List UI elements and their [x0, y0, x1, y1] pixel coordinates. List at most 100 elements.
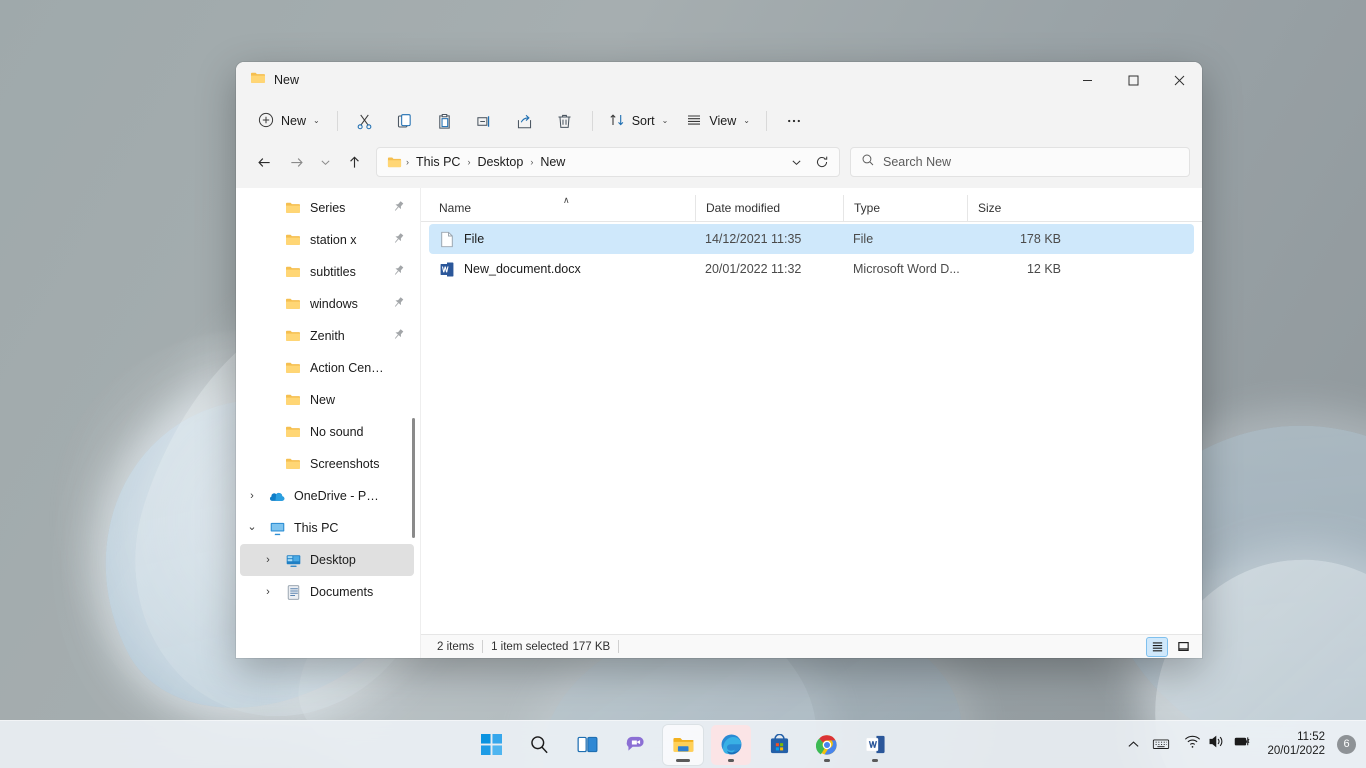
- touch-keyboard-icon[interactable]: [1146, 726, 1176, 762]
- file-explorer-button[interactable]: [663, 725, 703, 765]
- view-button[interactable]: View ⌄: [677, 105, 759, 137]
- navigation-scrollbar[interactable]: [412, 418, 415, 538]
- sidebar-item-new[interactable]: New: [240, 384, 414, 416]
- chat-button[interactable]: [615, 725, 655, 765]
- notification-badge[interactable]: 6: [1337, 735, 1356, 754]
- refresh-button[interactable]: [809, 149, 835, 175]
- sidebar-item-onedrive-personal[interactable]: › OneDrive - Personal: [240, 480, 414, 512]
- tray-quick-settings[interactable]: [1176, 726, 1259, 762]
- back-button[interactable]: [248, 147, 280, 177]
- title-bar-left: New: [236, 70, 1064, 91]
- file-type-cell: File: [843, 232, 967, 246]
- sidebar-item-series[interactable]: Series: [240, 192, 414, 224]
- minimize-button[interactable]: [1064, 62, 1110, 98]
- running-indicator: [872, 759, 878, 762]
- column-header-type[interactable]: Type: [843, 195, 967, 221]
- sidebar-item-action-center[interactable]: Action Center: [240, 352, 414, 384]
- status-bar: 2 items 1 item selected 177 KB: [421, 634, 1202, 658]
- sidebar-item-desktop[interactable]: ›Desktop: [240, 544, 414, 576]
- table-row[interactable]: New_document.docx20/01/2022 11:32Microso…: [429, 254, 1194, 284]
- word-button[interactable]: [855, 725, 895, 765]
- chevron-down-icon: ⌄: [313, 117, 320, 125]
- copy-button[interactable]: [385, 105, 425, 137]
- paste-button[interactable]: [425, 105, 465, 137]
- sort-button[interactable]: Sort ⌄: [600, 105, 678, 137]
- chevron-down-icon[interactable]: ⌄: [244, 520, 260, 537]
- breadcrumb-item-desktop[interactable]: Desktop: [472, 152, 528, 172]
- chevron-down-icon: ⌄: [662, 117, 669, 125]
- column-header-date-modified[interactable]: Date modified: [695, 195, 843, 221]
- sidebar-item-label: OneDrive - Personal: [294, 489, 384, 503]
- chevron-down-icon: ⌄: [743, 117, 750, 125]
- search-icon: [861, 153, 875, 172]
- address-bar-row: › This PC › Desktop › New: [236, 144, 1202, 188]
- breadcrumb-item-this-pc[interactable]: This PC: [411, 152, 465, 172]
- folder-icon: [250, 70, 266, 91]
- rename-button[interactable]: [465, 105, 505, 137]
- search-input[interactable]: [883, 155, 1179, 169]
- store-button[interactable]: [759, 725, 799, 765]
- sidebar-item-label: Screenshots: [310, 457, 384, 471]
- sidebar-item-label: Zenith: [310, 329, 384, 343]
- chevron-right-icon[interactable]: ›: [260, 554, 276, 566]
- details-view-button[interactable]: [1146, 637, 1168, 657]
- folder-icon: [284, 392, 302, 408]
- sidebar-item-zenith[interactable]: Zenith: [240, 320, 414, 352]
- task-view-button[interactable]: [567, 725, 607, 765]
- table-row[interactable]: File14/12/2021 11:35File178 KB: [429, 224, 1194, 254]
- sidebar-item-label: This PC: [294, 521, 384, 535]
- volume-icon: [1208, 733, 1225, 755]
- sidebar-item-this-pc[interactable]: ⌄ This PC: [240, 512, 414, 544]
- column-header-size[interactable]: Size: [967, 195, 1067, 221]
- pin-icon[interactable]: [392, 232, 406, 248]
- sidebar-item-station-x[interactable]: station x: [240, 224, 414, 256]
- search-box[interactable]: [850, 147, 1190, 177]
- sidebar-item-windows[interactable]: windows: [240, 288, 414, 320]
- address-bar[interactable]: › This PC › Desktop › New: [376, 147, 840, 177]
- start-button[interactable]: [471, 725, 511, 765]
- generic-file-icon: [439, 231, 455, 248]
- search-button[interactable]: [519, 725, 559, 765]
- column-header-name[interactable]: Name ∧: [429, 195, 695, 221]
- address-dropdown-button[interactable]: [783, 149, 809, 175]
- close-button[interactable]: [1156, 62, 1202, 98]
- window-title: New: [274, 73, 299, 87]
- chevron-right-icon[interactable]: ›: [244, 490, 260, 502]
- new-button[interactable]: New ⌄: [250, 105, 330, 137]
- sidebar-item-no-sound[interactable]: No sound: [240, 416, 414, 448]
- folder-icon: [284, 200, 302, 216]
- cut-button[interactable]: [345, 105, 385, 137]
- file-name-cell[interactable]: New_document.docx: [429, 261, 695, 278]
- maximize-button[interactable]: [1110, 62, 1156, 98]
- running-indicator: [676, 759, 690, 762]
- see-more-button[interactable]: [774, 105, 814, 137]
- file-name-cell[interactable]: File: [429, 231, 695, 248]
- breadcrumb-item-new[interactable]: New: [535, 152, 570, 172]
- edge-button[interactable]: [711, 725, 751, 765]
- word-doc-icon: [439, 261, 455, 278]
- pin-icon[interactable]: [392, 296, 406, 312]
- folder-icon: [284, 456, 302, 472]
- chevron-right-icon[interactable]: ›: [260, 586, 276, 598]
- pin-icon[interactable]: [392, 200, 406, 216]
- wifi-icon: [1184, 733, 1201, 755]
- item-count-label: 2 items: [429, 641, 482, 653]
- chrome-button[interactable]: [807, 725, 847, 765]
- delete-button[interactable]: [545, 105, 585, 137]
- up-button[interactable]: [338, 147, 370, 177]
- tray-overflow-button[interactable]: [1121, 726, 1146, 762]
- large-icons-view-button[interactable]: [1172, 637, 1194, 657]
- sidebar-item-documents[interactable]: ›Documents: [240, 576, 414, 608]
- pin-icon[interactable]: [392, 264, 406, 280]
- folder-icon: [284, 296, 302, 312]
- forward-button[interactable]: [280, 147, 312, 177]
- pin-icon[interactable]: [392, 328, 406, 344]
- sidebar-item-subtitles[interactable]: subtitles: [240, 256, 414, 288]
- taskbar-apps: [471, 725, 895, 765]
- recent-locations-button[interactable]: [312, 147, 338, 177]
- share-button[interactable]: [505, 105, 545, 137]
- breadcrumb-separator: ›: [528, 157, 535, 167]
- desktop: New New ⌄: [0, 0, 1366, 768]
- clock[interactable]: 11:52 20/01/2022: [1259, 726, 1333, 762]
- sidebar-item-screenshots[interactable]: Screenshots: [240, 448, 414, 480]
